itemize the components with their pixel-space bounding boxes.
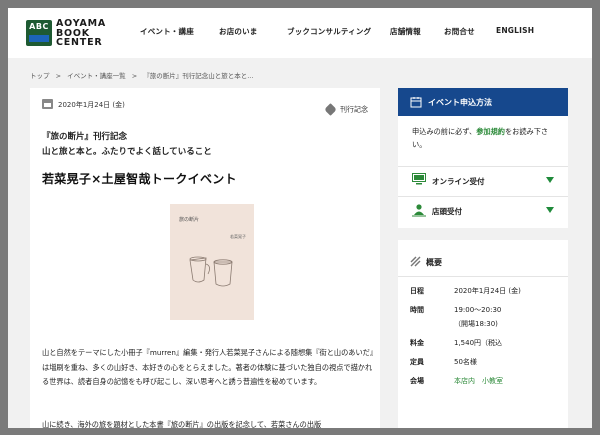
event-date: 2020年1月24日 (金) (58, 101, 125, 109)
info-value-time: 19:00〜20:30 (454, 306, 502, 314)
store-application-label: 店頭受付 (432, 207, 462, 216)
terms-link[interactable]: 参加規約 (476, 127, 505, 136)
book-cover-author: 若菜晃子 (230, 234, 246, 239)
overview-title: 概要 (426, 258, 442, 267)
divider (398, 276, 568, 277)
category-tag[interactable]: 刊行記念 (324, 99, 368, 118)
breadcrumb-separator: > (131, 72, 138, 80)
article-meta: 2020年1月24日 (金) 刊行記念 (42, 98, 368, 116)
overview-icon (410, 256, 421, 267)
event-description-continued: 山に続き、海外の旅を題材とした本書『旅の断片』の出版を記念して、若菜さんの出版 (42, 420, 322, 428)
info-value-doors-open: （開場18:30) (454, 320, 498, 328)
info-value-venue[interactable]: 本店内 小教室 (454, 376, 503, 386)
event-subtitle-2: 山と旅と本と。ふたりでよく話していること (42, 147, 212, 157)
person-icon (412, 204, 426, 217)
info-key-capacity: 定員 (410, 358, 424, 366)
breadcrumb: トップ > イベント・講座一覧 > 『旅の断片』刊行記念山と旅と本と... (30, 70, 257, 80)
online-application-label: オンライン受付 (432, 177, 485, 186)
event-title: 若菜晃子×土屋智哉トークイベント (42, 172, 237, 186)
event-subtitle: 『旅の断片』刊行記念 (42, 132, 128, 142)
breadcrumb-event-list[interactable]: イベント・講座一覧 (67, 72, 126, 80)
info-key-time: 時間 (410, 306, 424, 314)
event-article: 2020年1月24日 (金) 刊行記念 『旅の断片』刊行記念 山と旅と本と。ふた… (30, 88, 380, 428)
site-header: ABC AOYAMA BOOK CENTER イベント・講座 お店のいま ブック… (8, 8, 592, 58)
store-application-toggle[interactable]: 店頭受付 (398, 196, 568, 223)
nav-item-shop-now[interactable]: お店のいま (219, 26, 258, 37)
apply-note: 申込みの前に必ず、参加規約をお読み下さい。 (412, 127, 549, 149)
event-description: 山と自然をテーマにした小冊子『murren』編集・発行人若菜晃子さんによる随想集… (42, 348, 374, 386)
nav-item-book-consulting[interactable]: ブックコンサルティング (287, 26, 371, 37)
site-logo[interactable]: ABC AOYAMA BOOK CENTER (26, 18, 136, 48)
apply-method-header: イベント申込方法 (398, 88, 568, 116)
overview-panel: 概要 日程 2020年1月24日 (金) 時間 19:00〜20:30 （開場1… (398, 240, 568, 428)
abc-logo-icon: ABC (26, 20, 52, 46)
breadcrumb-current: 『旅の断片』刊行記念山と旅と本と... (143, 72, 254, 80)
chevron-down-icon (546, 177, 554, 183)
info-value-capacity: 50名様 (454, 358, 477, 366)
info-key-fee: 料金 (410, 339, 424, 347)
book-cover-image: 旅の断片 若菜晃子 (170, 204, 254, 320)
info-value-date: 2020年1月24日 (金) (454, 287, 521, 295)
apply-method-title: イベント申込方法 (428, 98, 492, 107)
chevron-down-icon (546, 207, 554, 213)
calendar-icon (42, 99, 53, 109)
book-cover-title: 旅の断片 (179, 217, 200, 223)
nav-item-store-info[interactable]: 店舗情報 (390, 26, 421, 37)
calendar-icon (410, 97, 422, 108)
online-application-toggle[interactable]: オンライン受付 (398, 166, 568, 193)
nav-item-events[interactable]: イベント・講座 (140, 26, 194, 37)
info-value-fee: 1,540円（税込 (454, 339, 503, 347)
logo-wordmark: AOYAMA BOOK CENTER (56, 18, 107, 48)
apply-method-panel: イベント申込方法 申込みの前に必ず、参加規約をお読み下さい。 オンライン受付 店… (398, 88, 568, 228)
info-key-venue: 会場 (410, 377, 424, 385)
breadcrumb-home[interactable]: トップ (30, 72, 50, 80)
computer-icon (412, 173, 426, 185)
cups-illustration-icon (189, 256, 233, 287)
breadcrumb-separator: > (55, 72, 62, 80)
browser-frame: ABC AOYAMA BOOK CENTER イベント・講座 お店のいま ブック… (8, 8, 592, 428)
nav-item-contact[interactable]: お問合せ (444, 26, 475, 37)
info-key-date: 日程 (410, 287, 424, 295)
tag-icon (324, 103, 337, 116)
nav-item-english[interactable]: ENGLISH (496, 26, 534, 35)
